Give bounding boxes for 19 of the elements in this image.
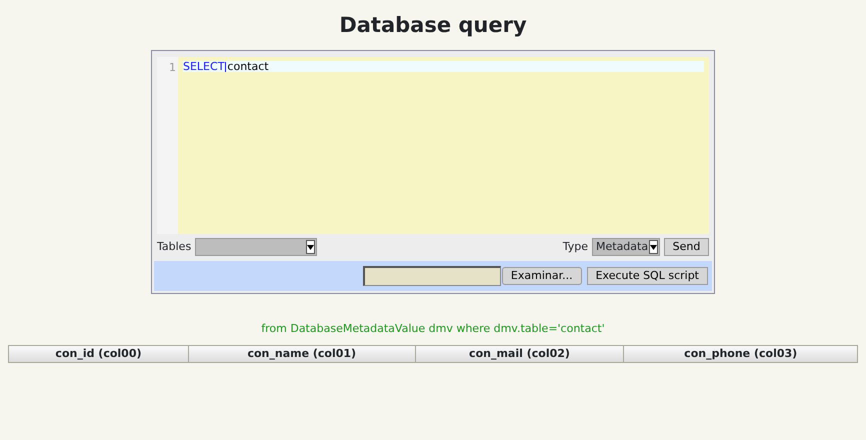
line-number: 1 (168, 60, 177, 73)
sql-keyword: SELECT (183, 61, 224, 72)
tables-label: Tables (157, 238, 192, 255)
page-title: Database query (338, 12, 528, 39)
code-text: contact (227, 61, 269, 72)
sql-editor[interactable]: 1 SELECT contact (157, 57, 709, 234)
type-dropdown[interactable]: Metadata (592, 238, 660, 256)
type-label: Type (562, 238, 588, 255)
tables-dropdown[interactable] (195, 238, 318, 256)
send-button[interactable]: Send (664, 238, 709, 256)
file-path-field[interactable] (362, 266, 501, 286)
browse-button[interactable]: Examinar... (502, 267, 582, 285)
text-cursor (225, 62, 226, 72)
execute-script-button[interactable]: Execute SQL script (586, 267, 708, 285)
query-hint: from DatabaseMetadataValue dmv where dmv.table='contact' (260, 322, 606, 336)
column-header[interactable]: con_name (col01) (188, 346, 416, 362)
column-header[interactable]: con_phone (col03) (624, 346, 857, 362)
column-header[interactable]: con_mail (col02) (416, 346, 624, 362)
column-header[interactable]: con_id (col00) (9, 346, 189, 362)
